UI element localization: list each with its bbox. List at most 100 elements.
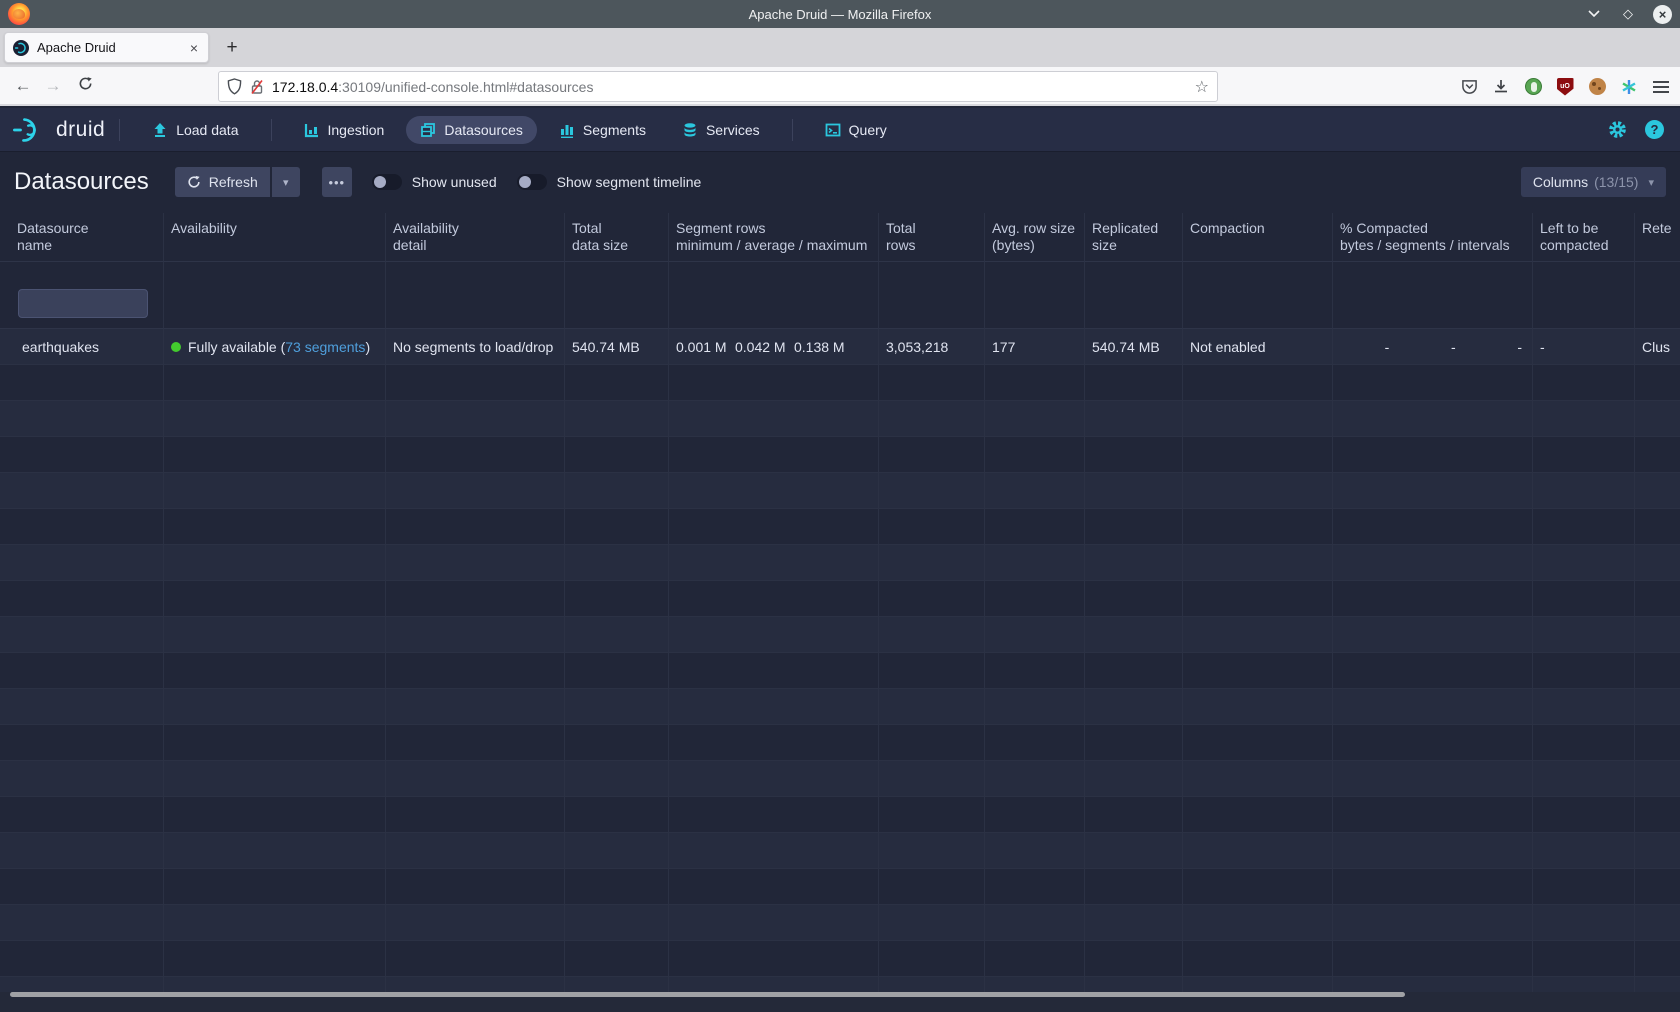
cell-availability_detail: [386, 869, 565, 905]
cell-pct_compacted: [1333, 905, 1533, 941]
column-header-segment_rows[interactable]: Segment rowsminimum / average / maximum: [669, 213, 879, 262]
column-header-retention[interactable]: Rete: [1635, 213, 1680, 262]
cell-retention: [1635, 545, 1680, 581]
horizontal-scrollbar[interactable]: [10, 992, 1405, 997]
cell-left_to_be_compacted: [1533, 401, 1635, 437]
cell-availability_detail: [386, 581, 565, 617]
cell-pct_compacted: [1333, 401, 1533, 437]
pocket-icon[interactable]: [1460, 78, 1478, 96]
cell-left_to_be_compacted: [1533, 941, 1635, 977]
nav-item-ingestion[interactable]: Ingestion: [290, 116, 399, 144]
help-icon[interactable]: ?: [1645, 120, 1664, 139]
menu-icon[interactable]: [1652, 78, 1670, 96]
window-close-icon[interactable]: ×: [1653, 5, 1672, 24]
cell-availability: [164, 941, 386, 977]
cell-availability_detail: [386, 437, 565, 473]
cell-replicated_size: [1085, 437, 1183, 473]
cell-avg_row_size: [985, 473, 1085, 509]
column-header-availability[interactable]: Availability: [164, 213, 386, 262]
cell-total_rows: [879, 401, 985, 437]
column-header-compaction[interactable]: Compaction: [1183, 213, 1333, 262]
cell-compaction: [1183, 653, 1333, 689]
extension-asterisk-icon[interactable]: [1620, 78, 1638, 96]
cell-segment_rows: [669, 545, 879, 581]
cell-avg_row_size: [985, 977, 1085, 992]
datasource-name-filter-input[interactable]: [18, 289, 148, 318]
cell-pct_compacted: [1333, 473, 1533, 509]
download-icon[interactable]: [1492, 78, 1510, 96]
refresh-dropdown-button[interactable]: ▾: [272, 167, 300, 197]
column-header-avg_row_size[interactable]: Avg. row size(bytes): [985, 213, 1085, 262]
ingestion-icon: [304, 122, 320, 138]
window-maximize-icon[interactable]: ◇: [1619, 5, 1637, 23]
forward-icon[interactable]: →: [38, 76, 68, 96]
tab-apache-druid[interactable]: Apache Druid ×: [4, 32, 209, 63]
column-header-pct_compacted[interactable]: % Compactedbytes / segments / intervals: [1333, 213, 1533, 262]
column-header-total_rows[interactable]: Totalrows: [879, 213, 985, 262]
filter-cell-retention: [1635, 262, 1680, 329]
table-row-empty: [0, 401, 1680, 437]
extension-green-icon[interactable]: [1524, 78, 1542, 96]
tab-close-icon[interactable]: ×: [188, 40, 200, 56]
filter-cell-availability: [164, 262, 386, 329]
cell-avg_row_size: [985, 509, 1085, 545]
back-icon[interactable]: ←: [8, 76, 38, 96]
cell-compaction: [1183, 905, 1333, 941]
cell-left_to_be_compacted: [1533, 653, 1635, 689]
cell-total_data_size: [565, 761, 669, 797]
cell-segment_rows: [669, 833, 879, 869]
table-filter-row: [0, 262, 1680, 329]
cell-replicated_size: [1085, 617, 1183, 653]
insecure-lock-icon[interactable]: [250, 79, 264, 95]
cell-replicated_size: [1085, 509, 1183, 545]
cell-name: [0, 797, 164, 833]
cookie-extension-icon[interactable]: [1588, 78, 1606, 96]
window-minimize-icon[interactable]: [1585, 5, 1603, 23]
column-header-replicated_size[interactable]: Replicatedsize: [1085, 213, 1183, 262]
tracking-shield-icon[interactable]: [227, 78, 242, 95]
cell-availability: [164, 401, 386, 437]
cell-total_data_size: [565, 473, 669, 509]
ublock-origin-icon[interactable]: uO: [1556, 78, 1574, 96]
cell-availability_detail: [386, 365, 565, 401]
cell-pct_compacted: [1333, 869, 1533, 905]
cell-total_rows: [879, 869, 985, 905]
columns-count: (13/15): [1594, 174, 1638, 190]
cell-replicated_size: [1085, 581, 1183, 617]
services-icon: [682, 122, 698, 138]
segments-link[interactable]: 73 segments: [285, 339, 365, 355]
show-segment-timeline-toggle[interactable]: [517, 174, 547, 190]
table-row-empty: [0, 941, 1680, 977]
more-actions-button[interactable]: •••: [322, 167, 352, 197]
nav-item-services[interactable]: Services: [668, 116, 774, 144]
table-body: earthquakesFully available (73 segments)…: [0, 329, 1680, 992]
new-tab-button[interactable]: +: [218, 34, 246, 62]
show-unused-toggle[interactable]: [372, 174, 402, 190]
settings-gear-icon[interactable]: [1608, 120, 1627, 139]
refresh-label: Refresh: [209, 174, 258, 190]
cell-availability_detail: [386, 977, 565, 992]
cell-left_to_be_compacted: [1533, 977, 1635, 992]
cell-compaction: [1183, 509, 1333, 545]
cell-replicated_size: [1085, 725, 1183, 761]
cell-total_data_size: [565, 797, 669, 833]
bookmark-star-icon[interactable]: ☆: [1195, 77, 1209, 97]
columns-button[interactable]: Columns (13/15) ▾: [1521, 167, 1666, 197]
nav-item-segments[interactable]: Segments: [545, 116, 660, 144]
cell-availability_detail: [386, 545, 565, 581]
column-header-left_to_be_compacted[interactable]: Left to becompacted: [1533, 213, 1635, 262]
cell-compaction: [1183, 437, 1333, 473]
reload-icon[interactable]: [70, 76, 100, 96]
column-header-name[interactable]: Datasourcename: [0, 213, 164, 262]
url-input[interactable]: 172.18.0.4:30109/unified-console.html#da…: [218, 71, 1218, 102]
nav-item-load-data[interactable]: Load data: [138, 116, 252, 144]
cell-segment_rows: [669, 797, 879, 833]
column-header-availability_detail[interactable]: Availabilitydetail: [386, 213, 565, 262]
filter-cell-pct_compacted: [1333, 262, 1533, 329]
column-header-total_data_size[interactable]: Totaldata size: [565, 213, 669, 262]
nav-item-datasources[interactable]: Datasources: [406, 116, 537, 144]
druid-logo[interactable]: druid: [12, 115, 105, 145]
nav-item-query[interactable]: Query: [811, 116, 901, 144]
cell-avg_row_size: [985, 725, 1085, 761]
refresh-button[interactable]: Refresh: [175, 167, 270, 197]
